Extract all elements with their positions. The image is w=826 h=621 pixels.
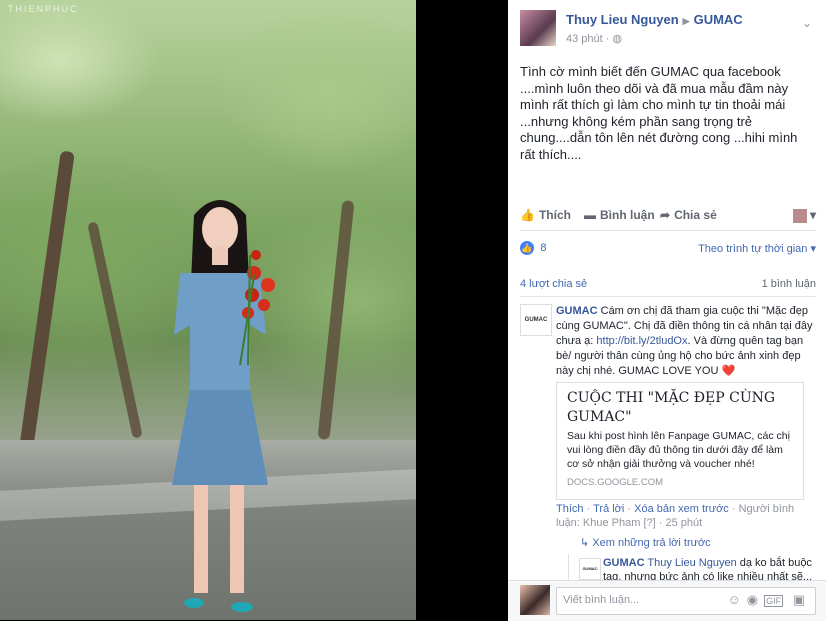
comment-count[interactable]: 1 bình luận	[762, 278, 816, 290]
remove-preview-link[interactable]: Xóa bản xem trước	[634, 503, 729, 515]
reply-avatar[interactable]: GUMAC	[579, 558, 601, 580]
post-sidebar: Thuy Lieu Nguyen ▶ GUMAC 43 phút · ◍ ⌄ Tìn…	[508, 0, 826, 621]
comment-composer: Viết bình luận... ☺◉ GIF ▣	[508, 580, 826, 621]
author-avatar[interactable]	[520, 10, 556, 46]
link-preview-card[interactable]: CUỘC THI "MẶC ĐẸP CÙNG GUMAC" Sau khi po…	[556, 382, 804, 500]
author-name[interactable]: Thuy Lieu Nguyen	[566, 12, 679, 27]
post-photo[interactable]: THIENPHUC	[0, 0, 416, 620]
post-header: Thuy Lieu Nguyen ▶ GUMAC 43 phút · ◍ ⌄	[520, 10, 816, 50]
comment-label: Bình luận	[600, 208, 655, 222]
camera-icon[interactable]: ◉	[747, 592, 764, 607]
comment-link[interactable]: http://bit.ly/2tludOx	[596, 335, 687, 347]
comment-button[interactable]: ▬ Bình luận	[584, 208, 655, 222]
composer-avatar	[520, 585, 550, 615]
comment-like-link[interactable]: Thích	[556, 503, 584, 515]
card-title: CUỘC THI "MẶC ĐẸP CÙNG GUMAC"	[567, 390, 776, 425]
thumbs-up-icon: 👍	[520, 208, 535, 222]
comment-reply-link[interactable]: Trả lời	[593, 503, 624, 515]
emoji-icon[interactable]: ☺	[727, 592, 746, 607]
sticker-icon[interactable]: ▣	[793, 592, 811, 607]
view-previous-replies[interactable]: ↳ Xem những trả lời trước	[580, 536, 711, 549]
commenter-name[interactable]: GUMAC	[556, 305, 598, 317]
page-target-name[interactable]: GUMAC	[694, 12, 743, 27]
globe-icon: ◍	[612, 33, 623, 45]
commenter-avatar[interactable]: GUMAC	[520, 304, 552, 336]
post-actions: 👍 Thích ▬ Bình luận ➦ Chia sẻ ▾	[520, 202, 816, 231]
comment-body: GUMAC Cám ơn chị đã tham gia cuộc thi "M…	[556, 304, 816, 379]
photo-watermark: THIENPHUC	[8, 4, 79, 14]
reply-author[interactable]: GUMAC	[603, 557, 645, 569]
post-text: Tình cờ mình biết đến GUMAC qua facebook…	[520, 64, 798, 162]
comment-actions: Thích · Trả lời · Xóa bản xem trước · Ng…	[556, 503, 795, 529]
help-link[interactable]: [?]	[643, 517, 655, 529]
gif-icon[interactable]: GIF	[764, 595, 784, 607]
divider	[520, 296, 816, 297]
tree-trunk	[19, 150, 75, 450]
card-description: Sau khi post hình lên Fanpage GUMAC, các…	[567, 430, 790, 470]
post-time[interactable]: 43 phút	[566, 33, 603, 45]
composer-icons: ☺◉ GIF ▣	[727, 592, 811, 608]
chevron-down-icon[interactable]: ⌄	[802, 16, 812, 30]
post-meta: 43 phút · ◍	[566, 33, 623, 45]
like-reaction-icon[interactable]: 👍	[520, 240, 534, 255]
reactions-bar: 👍 8 Theo trình tự thời gian ▾	[520, 240, 816, 255]
reply-mention[interactable]: Thuy Lieu Nguyen	[647, 557, 736, 569]
photo-viewer: THIENPHUC	[0, 0, 508, 620]
like-button[interactable]: 👍 Thích	[520, 208, 571, 222]
comment-sort-dropdown[interactable]: Theo trình tự thời gian ▾	[698, 242, 816, 255]
like-label: Thích	[538, 208, 571, 222]
stats-row: 4 lượt chia sẻ 1 bình luận	[520, 278, 816, 290]
share-arrow-icon: ➦	[660, 208, 671, 222]
profile-mini-icon	[792, 208, 807, 223]
comment-input[interactable]: Viết bình luận... ☺◉ GIF ▣	[556, 587, 816, 615]
share-label: Chia sẻ	[674, 208, 717, 222]
author-line: Thuy Lieu Nguyen ▶ GUMAC	[566, 12, 743, 27]
arrow-right-icon: ▶	[682, 16, 690, 26]
card-domain: DOCS.GOOGLE.COM	[567, 477, 664, 488]
comment-icon: ▬	[584, 208, 596, 222]
share-button[interactable]: ➦ Chia sẻ	[660, 208, 717, 222]
comment-time[interactable]: 25 phút	[665, 517, 702, 529]
reaction-picker[interactable]: ▾	[792, 208, 816, 223]
reaction-count[interactable]: 8	[540, 242, 546, 254]
share-count[interactable]: 4 lượt chia sẻ	[520, 278, 587, 290]
woman-figure	[172, 200, 275, 612]
comment-placeholder: Viết bình luận...	[563, 594, 640, 606]
tree-trunk	[317, 200, 355, 440]
caret-down-icon: ▾	[809, 208, 816, 222]
tree-trunk	[87, 221, 143, 439]
